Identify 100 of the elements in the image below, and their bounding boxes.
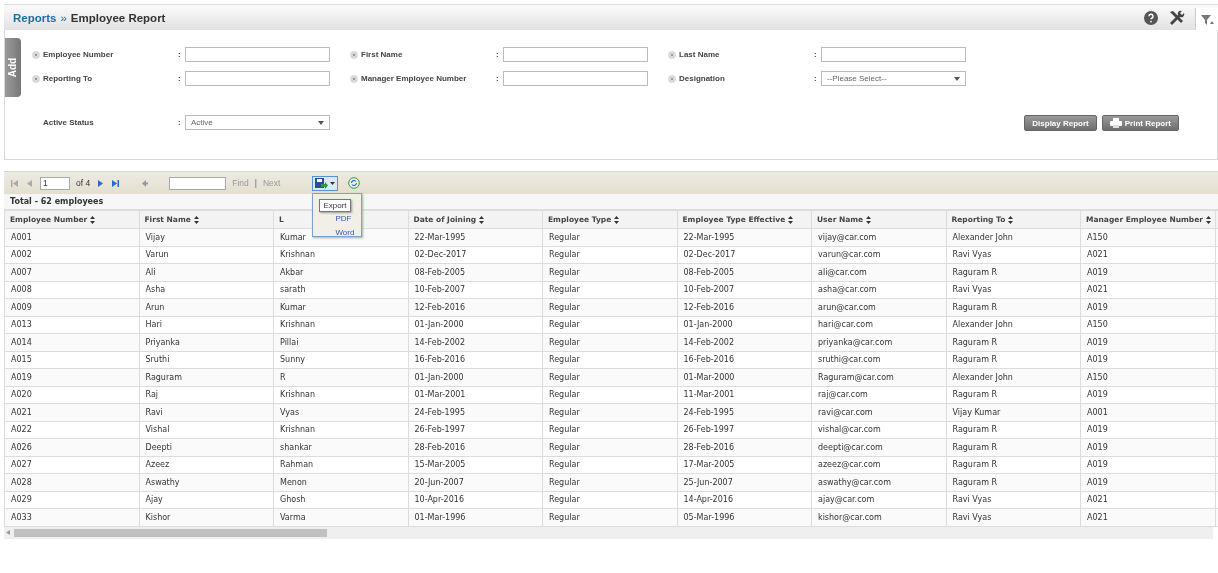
field-label: Last Name	[679, 50, 721, 59]
table-cell: 10-Apr-2016	[408, 491, 543, 509]
colon: :	[496, 74, 500, 83]
print-button[interactable]: Print Report	[1101, 115, 1179, 131]
table-cell: A021	[1080, 491, 1215, 509]
menu-item[interactable]: Word	[335, 227, 362, 237]
remove-icon[interactable]	[32, 74, 40, 83]
field-label: Manager Employee Number	[361, 74, 468, 83]
caret-icon	[330, 181, 336, 185]
table-cell: Ravi Vyas	[946, 491, 1081, 509]
breadcrumb-link[interactable]: Reports	[13, 11, 57, 24]
table-cell: 16-Feb-2016	[408, 351, 543, 369]
select-field[interactable]: --Please Select--	[821, 71, 966, 86]
table-cell: Sunny	[273, 351, 408, 369]
table-cell: asha@car.com	[811, 281, 946, 299]
field-label: Active Status	[43, 118, 95, 127]
table-cell: A021	[1080, 246, 1215, 264]
table-cell: 26-Feb-1997	[408, 421, 543, 439]
table-cell: 01-Mar-2001	[408, 386, 543, 404]
back-icon[interactable]	[140, 178, 150, 188]
table-cell: Krishnan	[273, 316, 408, 334]
filter-tab[interactable]	[1195, 8, 1218, 30]
sort-icon[interactable]	[788, 215, 794, 224]
table-cell: A029	[4, 491, 139, 509]
menu-item[interactable]: PDF	[335, 213, 362, 223]
table-cell: A019	[1080, 456, 1215, 474]
sort-icon[interactable]	[614, 215, 620, 224]
add-tab[interactable]: Add	[5, 38, 21, 97]
input-field[interactable]	[503, 71, 648, 86]
table-cell: ajay@car.com	[811, 491, 946, 509]
tools-icon[interactable]	[1168, 9, 1185, 26]
table-cell: Krishnan	[273, 386, 408, 404]
previous-page-icon[interactable]	[25, 178, 34, 188]
table-cell: Ravi Vyas	[946, 281, 1081, 299]
display-button[interactable]: Display Report	[1024, 115, 1097, 131]
table-cell: Varun	[139, 246, 274, 264]
remove-icon[interactable]	[350, 74, 358, 83]
table-cell: 02-Dec-2017	[677, 246, 812, 264]
breadcrumb-separator: »	[60, 11, 67, 24]
table-cell: Asha	[139, 281, 274, 299]
table-cell: A022	[4, 421, 139, 439]
table-cell: hari@car.com	[811, 316, 946, 334]
sort-icon[interactable]	[1206, 215, 1211, 224]
colon: :	[178, 118, 182, 127]
sort-icon[interactable]	[193, 215, 199, 224]
select-placeholder: --Please Select--	[827, 74, 887, 83]
table-cell: A002	[4, 246, 139, 264]
sort-icon[interactable]	[479, 215, 485, 224]
field-label: Employee Number	[43, 50, 115, 59]
page-field[interactable]: 1	[40, 176, 70, 190]
scroll-left-icon[interactable]	[6, 530, 10, 535]
input-field[interactable]	[185, 71, 330, 86]
table-cell: Hari	[139, 316, 274, 334]
field-label: Reporting To	[43, 74, 94, 83]
field-label: First Name	[361, 50, 404, 59]
table-cell: Raguram R	[946, 386, 1081, 404]
table-cell: Sruthi	[139, 351, 274, 369]
remove-icon[interactable]	[668, 74, 676, 83]
refresh-icon[interactable]	[348, 177, 361, 189]
remove-icon[interactable]	[668, 50, 676, 59]
last-page-icon[interactable]	[111, 178, 121, 188]
dropdown-arrow-icon	[954, 76, 960, 81]
help-icon[interactable]	[1144, 10, 1158, 25]
colon: :	[496, 50, 500, 59]
table-cell: Raguram R	[946, 421, 1081, 439]
input-field[interactable]	[185, 47, 330, 62]
table-cell: Azeez	[139, 456, 274, 474]
colon: :	[178, 50, 182, 59]
table-cell: 02-Dec-2017	[408, 246, 543, 264]
remove-icon[interactable]	[350, 50, 358, 59]
table-cell: Alexander John	[946, 316, 1081, 334]
table-cell: 16-Feb-2016	[677, 351, 812, 369]
scrollbar-thumb[interactable]	[14, 528, 327, 537]
table-cell: Regular	[542, 491, 677, 509]
table-cell: Regular	[542, 351, 677, 369]
table-cell: A019	[1080, 386, 1215, 404]
table-cell: Regular	[542, 386, 677, 404]
table-cell: Regular	[542, 456, 677, 474]
table-cell: 14-Apr-2016	[677, 491, 812, 509]
first-page-icon[interactable]	[10, 178, 19, 188]
sort-icon[interactable]	[90, 215, 96, 224]
table-cell: 10-Feb-2007	[408, 281, 543, 299]
printer-icon	[1109, 118, 1122, 128]
table-cell: sruthi@car.com	[811, 351, 946, 369]
table-cell: Ghosh	[273, 491, 408, 509]
sort-icon[interactable]	[866, 215, 872, 224]
next-page-icon[interactable]	[96, 178, 106, 188]
export-button[interactable]	[312, 175, 339, 191]
table-cell: 10-Feb-2007	[677, 281, 812, 299]
table-cell: 11-Mar-2001	[677, 386, 812, 404]
input-field[interactable]	[503, 47, 648, 62]
table-cell: 15-Mar-2005	[408, 456, 543, 474]
find-field[interactable]	[169, 176, 227, 190]
input-field[interactable]	[821, 47, 966, 62]
dropdown-arrow-icon	[318, 120, 324, 125]
remove-icon[interactable]	[32, 50, 40, 59]
select-field[interactable]: Active	[185, 115, 330, 130]
table-cell: Ravi Vyas	[946, 246, 1081, 264]
sort-icon[interactable]	[1008, 215, 1014, 224]
table-cell: vishal@car.com	[811, 421, 946, 439]
